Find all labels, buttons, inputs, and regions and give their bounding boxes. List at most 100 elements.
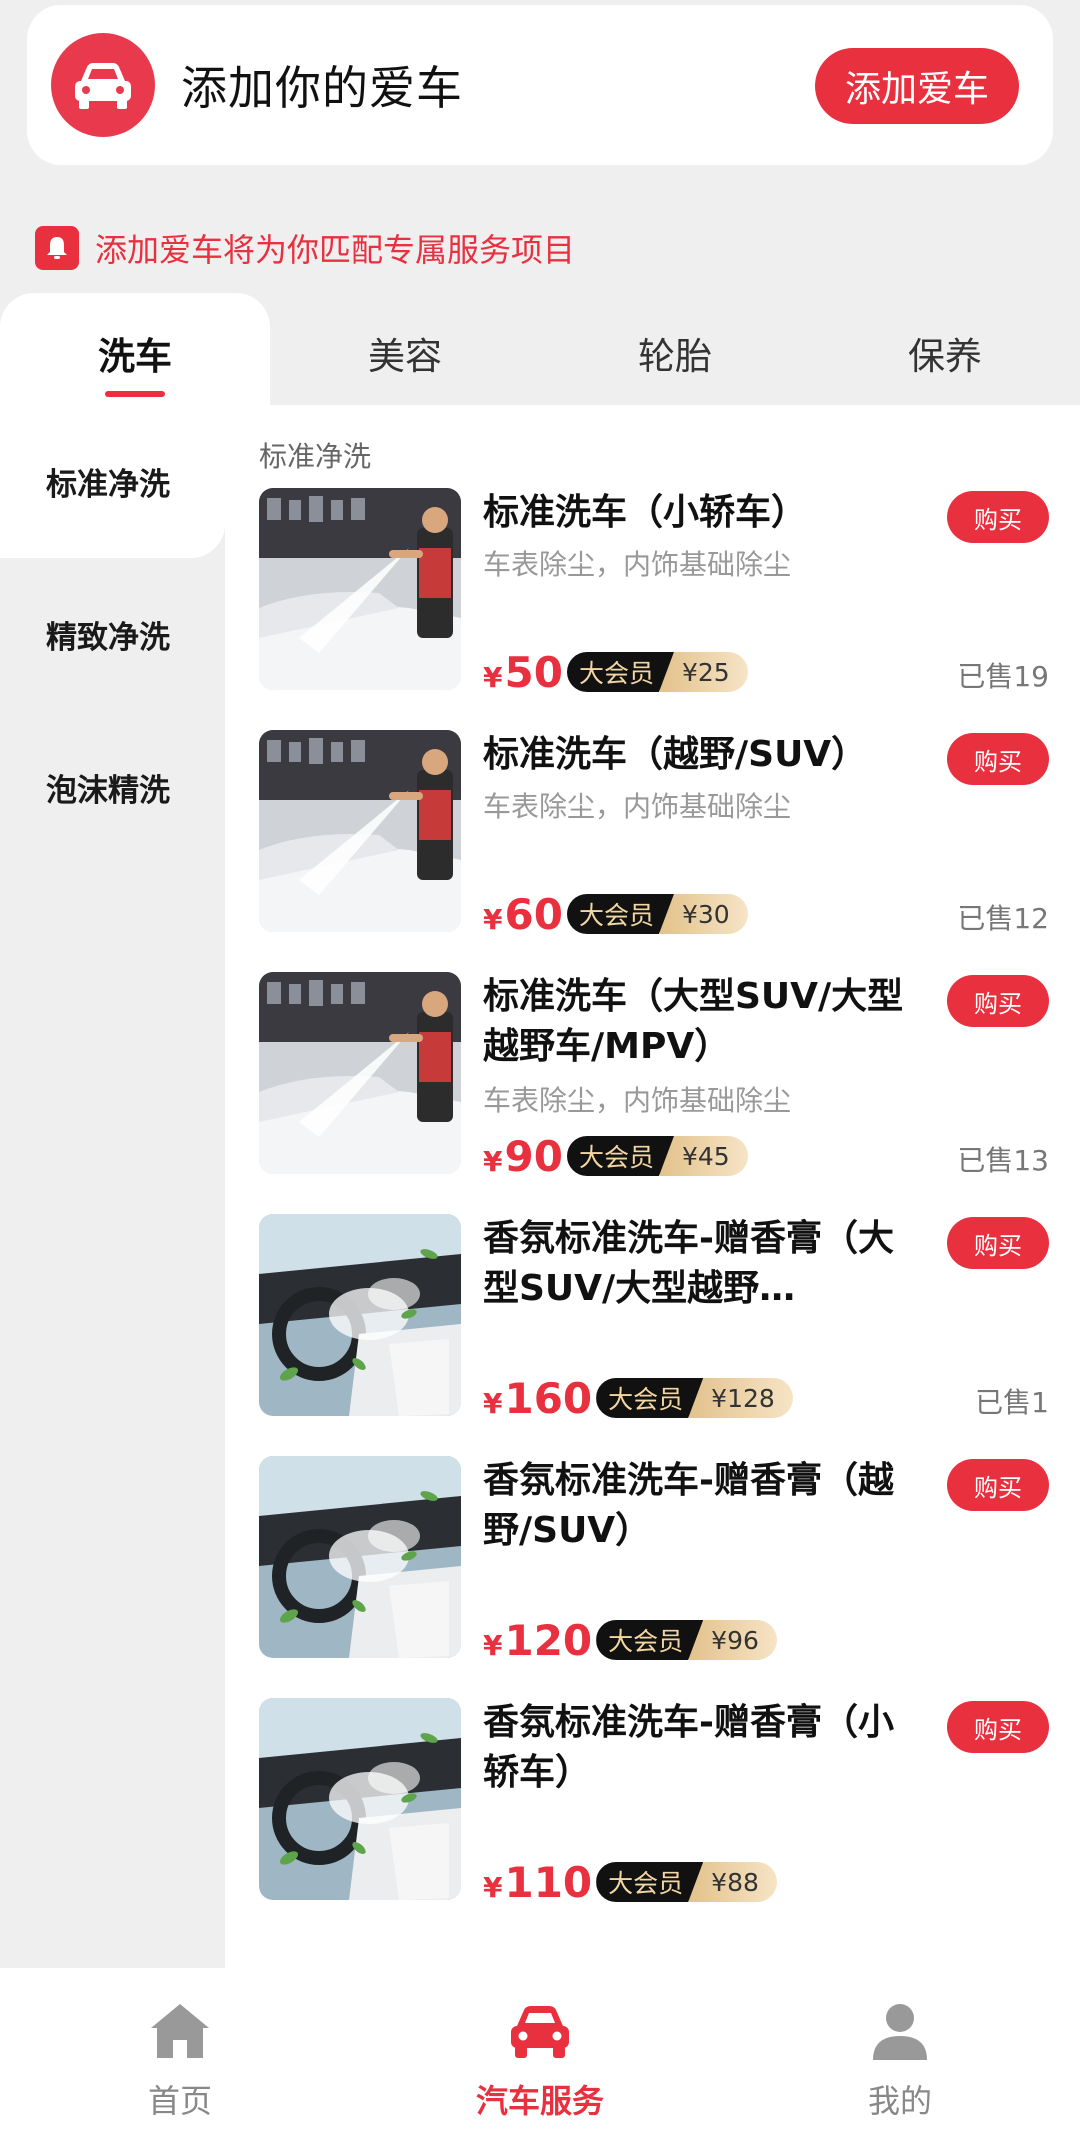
tab-label: 轮胎	[638, 335, 712, 378]
price-value: 160	[504, 1373, 593, 1423]
product-image[interactable]	[259, 1698, 461, 1900]
home-icon	[151, 2004, 209, 2058]
product-card[interactable]: 标准洗车（小轿车） 车表除尘，内饰基础除尘 购买 ¥50 大会员 ¥25 已售19	[259, 488, 1049, 697]
buy-button[interactable]: 购买	[947, 1701, 1049, 1753]
price: ¥120	[483, 1616, 592, 1665]
product-title: 香氛标准洗车-赠香膏（小轿车）	[483, 1702, 894, 1793]
product-image[interactable]	[259, 488, 461, 690]
currency-symbol: ¥	[483, 1628, 503, 1662]
bell-icon	[35, 226, 79, 270]
sold-count: 已售12	[957, 902, 1049, 935]
category-label: 标准净洗	[46, 467, 170, 503]
vip-price: ¥25	[659, 652, 748, 692]
sold-count: 已售13	[957, 1144, 1049, 1177]
product-image[interactable]	[259, 1214, 461, 1416]
product-card[interactable]: 香氛标准洗车-赠香膏（越野/SUV） 购买 ¥120 大会员 ¥96	[259, 1456, 1049, 1665]
price: ¥50	[483, 648, 563, 697]
sold-count: 已售1	[975, 1386, 1049, 1419]
category-standard-wash[interactable]: 标准净洗	[0, 405, 225, 558]
vip-price-badge: 大会员 ¥30	[566, 894, 748, 934]
product-card[interactable]: 标准洗车（越野/SUV） 车表除尘，内饰基础除尘 购买 ¥60 大会员 ¥30 已售12	[259, 730, 1049, 939]
nav-label: 我的	[867, 2082, 932, 2120]
product-desc: 车表除尘，内饰基础除尘	[483, 1084, 792, 1117]
add-car-card[interactable]: 添加你的爱车 添加爱车	[27, 5, 1053, 165]
price: ¥160	[483, 1374, 592, 1423]
buy-button[interactable]: 购买	[947, 1217, 1049, 1269]
product-card[interactable]: 标准洗车（大型SUV/大型越野车/MPV） 车表除尘，内饰基础除尘 购买 ¥90 大会员…	[259, 972, 1049, 1181]
product-image[interactable]	[259, 730, 461, 932]
tab-tires[interactable]: 轮胎	[540, 293, 810, 405]
vip-label: 大会员	[596, 1378, 704, 1418]
price-row: ¥90 大会员 ¥45	[483, 1132, 748, 1181]
vip-label: 大会员	[566, 1136, 674, 1176]
section-label: 标准净洗	[259, 440, 372, 473]
buy-button[interactable]: 购买	[947, 1459, 1049, 1511]
currency-symbol: ¥	[483, 1144, 503, 1178]
product-desc: 车表除尘，内饰基础除尘	[483, 548, 792, 581]
tab-maintenance[interactable]: 保养	[810, 293, 1080, 405]
tab-label: 保养	[908, 335, 982, 378]
price-row: ¥60 大会员 ¥30	[483, 890, 748, 939]
notice-text: 添加爱车将为你匹配专属服务项目	[95, 231, 576, 269]
product-title: 标准洗车（越野/SUV）	[483, 734, 868, 775]
nav-mine[interactable]: 我的	[720, 1968, 1080, 2137]
vip-label: 大会员	[596, 1620, 704, 1660]
car-icon	[511, 2006, 569, 2058]
currency-symbol: ¥	[483, 902, 503, 936]
bottom-nav: 首页 汽车服务 我的	[0, 1968, 1080, 2137]
tab-wash[interactable]: 洗车	[0, 293, 270, 405]
vip-price: ¥128	[689, 1378, 793, 1418]
add-car-title: 添加你的爱车	[181, 61, 463, 115]
price: ¥90	[483, 1132, 563, 1181]
nav-car-service[interactable]: 汽车服务	[360, 1968, 720, 2137]
add-car-button[interactable]: 添加爱车	[815, 48, 1019, 124]
price: ¥60	[483, 890, 563, 939]
tab-beauty[interactable]: 美容	[270, 293, 540, 405]
product-title: 香氛标准洗车-赠香膏（越野/SUV）	[483, 1460, 894, 1551]
vip-price-badge: 大会员 ¥45	[566, 1136, 748, 1176]
product-title: 香氛标准洗车-赠香膏（大型SUV/大型越野…	[483, 1218, 894, 1309]
category-label: 精致净洗	[46, 620, 170, 656]
currency-symbol: ¥	[483, 660, 503, 694]
vip-label: 大会员	[566, 894, 674, 934]
price-row: ¥50 大会员 ¥25	[483, 648, 748, 697]
sold-count: 已售19	[957, 660, 1049, 693]
tab-label: 洗车	[98, 335, 172, 378]
vip-price: ¥96	[689, 1620, 777, 1660]
tab-label: 美容	[368, 335, 442, 378]
price-value: 90	[504, 1131, 563, 1181]
vip-label: 大会员	[566, 652, 674, 692]
vip-price-badge: 大会员 ¥25	[566, 652, 748, 692]
category-foam-wash[interactable]: 泡沫精洗	[0, 711, 225, 864]
category-fine-wash[interactable]: 精致净洗	[0, 558, 225, 711]
buy-button[interactable]: 购买	[947, 733, 1049, 785]
product-title: 标准洗车（小轿车）	[483, 492, 808, 533]
price-row: ¥160 大会员 ¥128	[483, 1374, 793, 1423]
vip-price: ¥45	[659, 1136, 748, 1176]
vip-price-badge: 大会员 ¥128	[596, 1378, 793, 1418]
price-row: ¥110 大会员 ¥88	[483, 1858, 777, 1907]
product-image[interactable]	[259, 1456, 461, 1658]
price-value: 120	[504, 1615, 593, 1665]
product-title: 标准洗车（大型SUV/大型越野车/MPV）	[483, 976, 904, 1067]
user-icon	[873, 2004, 927, 2060]
category-sidebar: 标准净洗 精致净洗 泡沫精洗	[0, 405, 225, 1968]
product-image[interactable]	[259, 972, 461, 1174]
price: ¥110	[483, 1858, 592, 1907]
nav-label: 首页	[147, 2082, 212, 2120]
currency-symbol: ¥	[483, 1870, 503, 1904]
vip-price-badge: 大会员 ¥96	[596, 1620, 777, 1660]
product-card[interactable]: 香氛标准洗车-赠香膏（小轿车） 购买 ¥110 大会员 ¥88	[259, 1698, 1049, 1907]
price-value: 60	[504, 889, 563, 939]
currency-symbol: ¥	[483, 1386, 503, 1420]
price-value: 110	[504, 1857, 593, 1907]
car-icon	[51, 33, 155, 137]
buy-button[interactable]: 购买	[947, 491, 1049, 543]
product-card[interactable]: 香氛标准洗车-赠香膏（大型SUV/大型越野… 购买 ¥160 大会员 ¥128 已售1	[259, 1214, 1049, 1423]
price-row: ¥120 大会员 ¥96	[483, 1616, 777, 1665]
vip-label: 大会员	[596, 1862, 704, 1902]
nav-label: 汽车服务	[475, 2082, 604, 2120]
notice-bar: 添加爱车将为你匹配专属服务项目	[35, 225, 575, 271]
nav-home[interactable]: 首页	[0, 1968, 360, 2137]
buy-button[interactable]: 购买	[947, 975, 1049, 1027]
